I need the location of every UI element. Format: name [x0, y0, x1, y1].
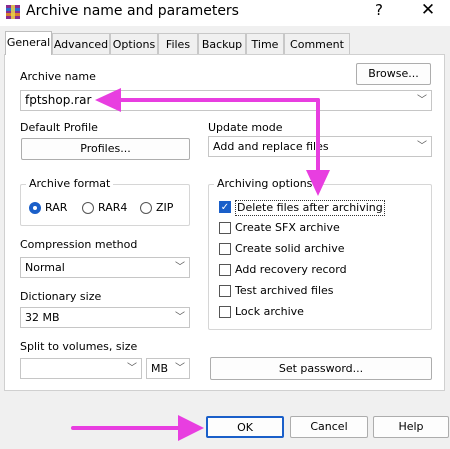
- arrow-annotation: [71, 88, 330, 441]
- arrow-to-archive-name-head: [95, 88, 121, 112]
- tab-general[interactable]: General: [5, 31, 52, 55]
- arrow-to-delete-option-head: [306, 170, 330, 196]
- arrow-to-ok-head: [178, 415, 204, 441]
- annotation-arrows: [71, 88, 330, 441]
